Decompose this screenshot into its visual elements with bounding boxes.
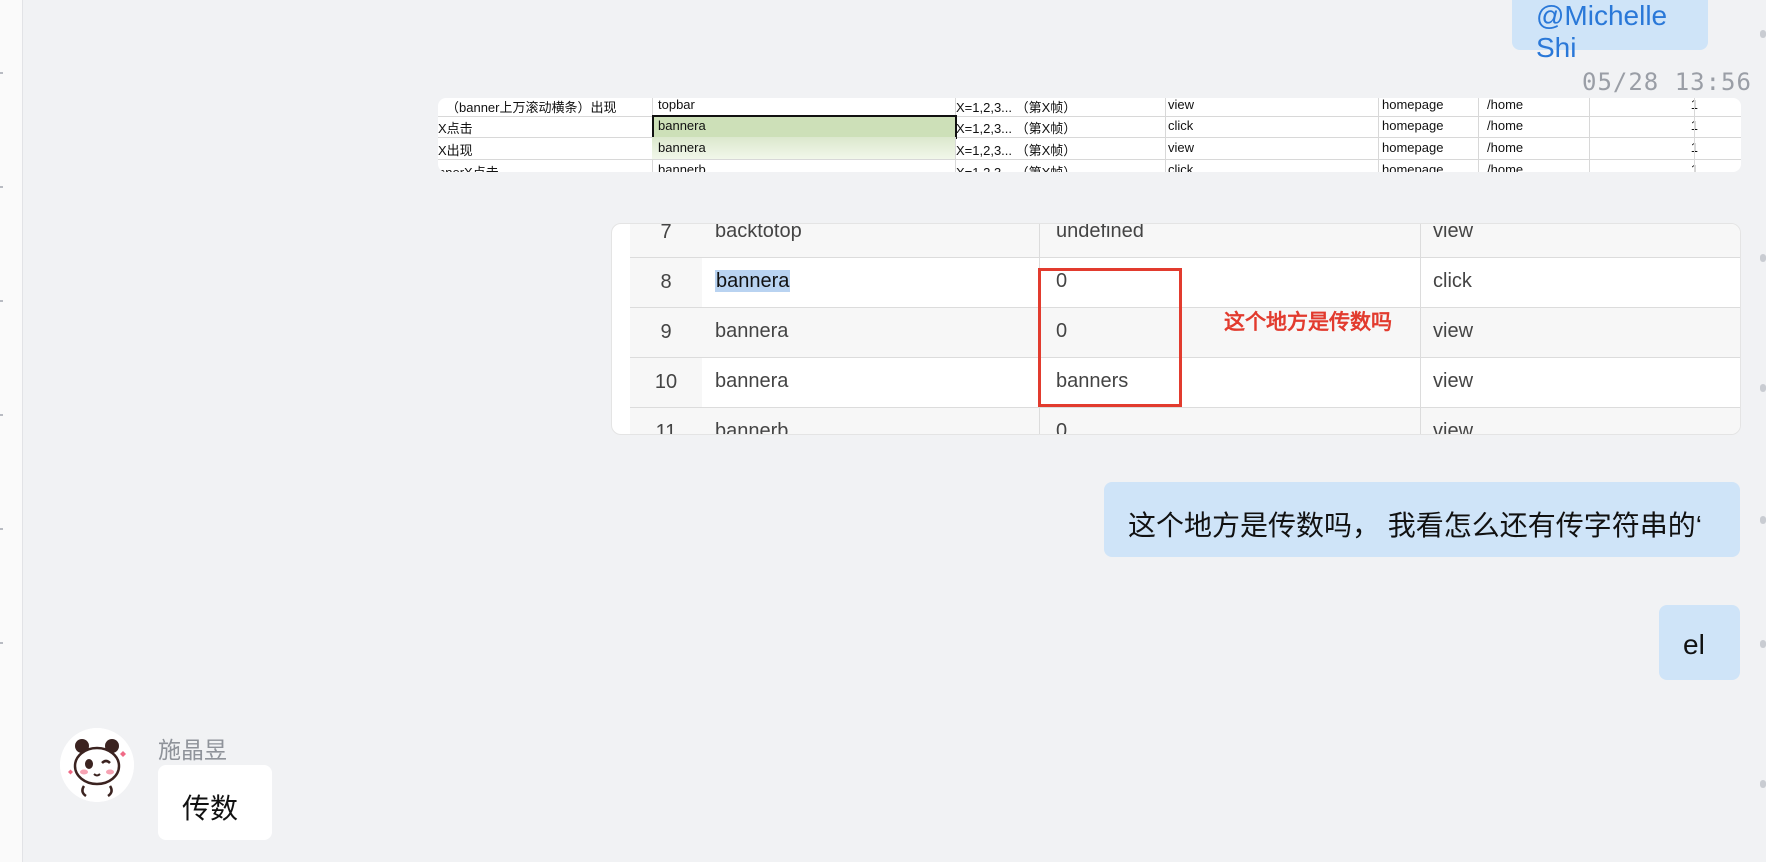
sheet-cell-frame: X=1,2,3... （第X帧） xyxy=(956,162,1076,172)
sheet-cell-count: 1 xyxy=(1638,98,1698,112)
sheet-cell-id: topbar xyxy=(658,98,695,112)
sheet-cell-frame: X=1,2,3... （第X帧） xyxy=(956,121,1077,136)
sheet-cell-frame: X=1,2,3... （第X帧） xyxy=(956,100,1077,115)
rail-tick xyxy=(0,72,3,74)
sheet-cell-id: bannerb xyxy=(658,162,706,172)
message-timestamp: 05/28 13:56 xyxy=(1582,68,1752,96)
sheet-cell-page: homepage xyxy=(1382,118,1444,133)
sheet-row: nnerX点击 bannerb X=1,2,3... （第X帧） click h… xyxy=(438,159,1741,172)
message-text: 传数 xyxy=(182,793,239,824)
sheet-cell-event: view xyxy=(1168,140,1195,155)
sheet-cell-page: homepage xyxy=(1382,140,1444,155)
image-message-spreadsheet[interactable]: （banner上万滚动横条）出现 topbar X=1,2,3... （第X帧）… xyxy=(438,98,1741,172)
sheet-cell-count: 1 xyxy=(1638,162,1698,172)
message-text: el xyxy=(1683,629,1705,660)
sheet-cell-event: click xyxy=(1168,118,1194,133)
table-row: 8 bannera 0 click xyxy=(630,258,1740,308)
sheet-cell-desc: nnerX点击 xyxy=(438,162,499,172)
row-event: view xyxy=(1433,370,1474,392)
sheet-cell-id: bannera xyxy=(658,118,706,133)
sheet-cell-event: click xyxy=(1168,162,1194,172)
edge-mark xyxy=(1760,254,1766,262)
row-event: click xyxy=(1433,270,1472,292)
sheet-row: X点击 bannera X=1,2,3... （第X帧） click homep… xyxy=(438,115,1741,139)
sheet-cell-page: homepage xyxy=(1382,98,1444,112)
row-name: backtotop xyxy=(715,223,802,242)
right-scroll-edge[interactable] xyxy=(1758,0,1766,862)
table-row: 7 backtotop undefined view xyxy=(630,223,1740,258)
edge-mark xyxy=(1760,384,1766,392)
row-index: 7 xyxy=(630,224,702,257)
edge-mark xyxy=(1760,780,1766,788)
row-event: view xyxy=(1433,320,1474,342)
sheet-cell-path: /home xyxy=(1487,98,1524,112)
row-name: bannera xyxy=(715,370,789,392)
sheet-cell-event: view xyxy=(1168,98,1195,112)
rail-tick xyxy=(0,300,3,302)
edge-mark xyxy=(1760,640,1766,648)
message-bubble-question[interactable]: 这个地方是传数吗， 我看怎么还有传字符串的‘ xyxy=(1104,482,1740,557)
sheet-cell-count: 1 xyxy=(1638,140,1698,155)
message-bubble-reply[interactable]: 传数 xyxy=(158,765,272,840)
sheet-cell-id: bannera xyxy=(658,140,706,155)
row-name: bannera xyxy=(715,320,789,342)
sheet-cell-page: homepage xyxy=(1382,162,1444,172)
row-event: view xyxy=(1433,223,1474,242)
rail-tick xyxy=(0,186,3,188)
edge-mark xyxy=(1760,516,1766,524)
sheet-row: X出现 bannera X=1,2,3... （第X帧） view homepa… xyxy=(438,137,1741,160)
row-index: 11 xyxy=(630,408,702,434)
table-row: 11 bannerb 0 view xyxy=(630,408,1740,435)
message-text: 这个地方是传数吗， 我看怎么还有传字符串的‘ xyxy=(1128,510,1703,541)
row-index: 10 xyxy=(630,358,702,407)
sheet-cell-desc: （banner上万滚动横条）出现 xyxy=(446,100,617,115)
panda-avatar-icon xyxy=(60,728,134,802)
highlighted-text: bannera xyxy=(715,270,791,292)
annotation-box xyxy=(1038,268,1182,407)
edge-mark xyxy=(1760,30,1766,38)
annotation-note: 这个地方是传数吗 xyxy=(1224,311,1392,334)
sender-name: 施晶昱 xyxy=(158,737,227,763)
sheet-cell-path: /home xyxy=(1487,162,1524,172)
message-bubble-mention[interactable]: @Michelle Shi xyxy=(1512,0,1708,63)
row-index: 9 xyxy=(630,308,702,357)
row-value: 0 xyxy=(1056,420,1068,435)
message-bubble-el[interactable]: el xyxy=(1659,605,1740,680)
sheet-cell-path: /home xyxy=(1487,118,1524,133)
sheet-cell-path: /home xyxy=(1487,140,1524,155)
row-name: bannerb xyxy=(715,420,789,435)
table-row: 9 bannera 0 view xyxy=(630,308,1740,358)
sheet-cell-desc: X点击 xyxy=(438,121,473,136)
row-event: view xyxy=(1433,420,1474,435)
rail-tick xyxy=(0,642,3,644)
table-row: 10 bannera banners view xyxy=(630,358,1740,408)
sheet-cell-desc: X出现 xyxy=(438,143,473,158)
mention-link[interactable]: @Michelle Shi xyxy=(1536,0,1667,63)
rail-tick xyxy=(0,528,3,530)
avatar[interactable] xyxy=(60,728,134,802)
row-index: 8 xyxy=(630,258,702,307)
rail-tick xyxy=(0,414,3,416)
row-value: undefined xyxy=(1056,223,1144,242)
sheet-cell-count: 1 xyxy=(1638,118,1698,133)
left-rail xyxy=(0,0,23,862)
sheet-cell-frame: X=1,2,3... （第X帧） xyxy=(956,143,1077,158)
